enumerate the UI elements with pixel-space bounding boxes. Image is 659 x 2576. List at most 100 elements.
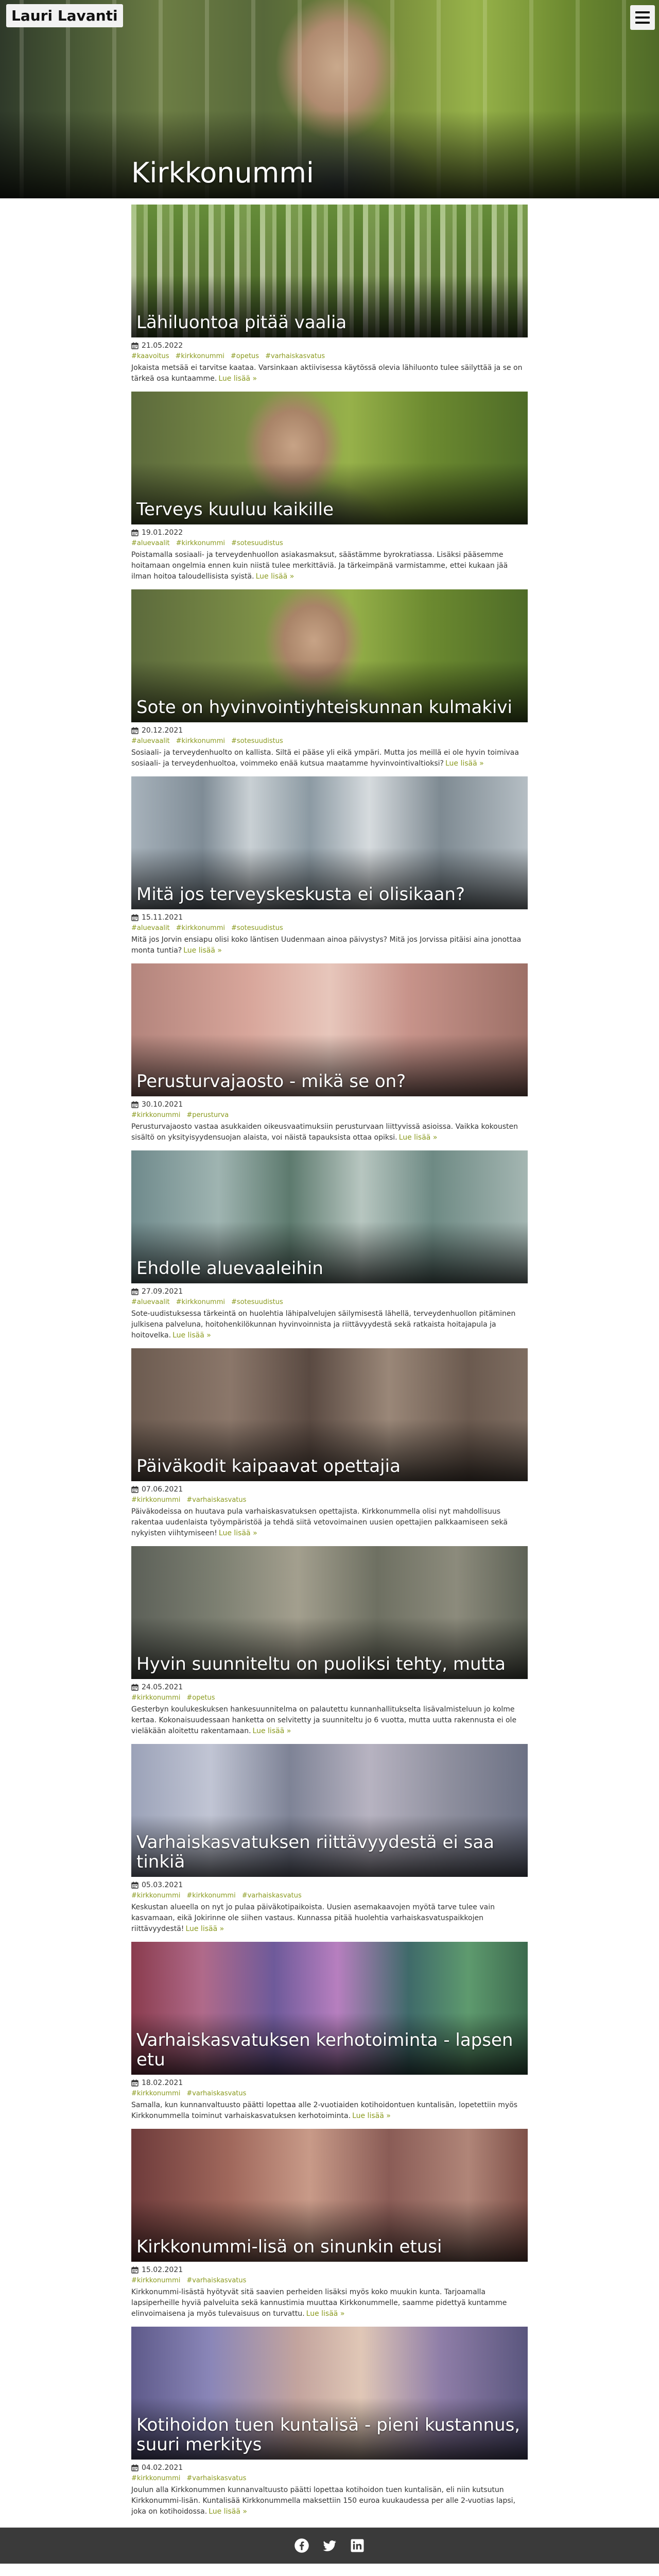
post-thumbnail[interactable]: Varhaiskasvatuksen kerhotoiminta - lapse… — [131, 1942, 528, 2075]
post-title[interactable]: Ehdolle aluevaaleihin — [136, 1259, 523, 1278]
post-tag[interactable]: #aluevaalit — [131, 1298, 170, 1306]
hamburger-menu-icon[interactable] — [630, 5, 655, 30]
read-more-link[interactable]: Lue lisää » — [183, 946, 222, 955]
post-thumbnail[interactable]: Lähiluontoa pitää vaalia — [131, 205, 528, 337]
post-tag[interactable]: #aluevaalit — [131, 737, 170, 745]
post-thumbnail[interactable]: Varhaiskasvatuksen riittävyydestä ei saa… — [131, 1744, 528, 1877]
post-tag[interactable]: #opetus — [186, 1694, 215, 1702]
post-thumbnail[interactable]: Kirkkonummi-lisä on sinunkin etusi — [131, 2129, 528, 2262]
blog-post: Lähiluontoa pitää vaalia 21.05.2022 #kaa… — [131, 205, 528, 384]
twitter-icon[interactable] — [321, 2537, 338, 2554]
post-date-text: 07.06.2021 — [142, 1485, 183, 1494]
post-title[interactable]: Hyvin suunniteltu on puoliksi tehty, mut… — [136, 1654, 523, 1674]
post-tag[interactable]: #varhaiskasvatus — [186, 1496, 246, 1504]
post-date: 05.03.2021 — [131, 1881, 528, 1889]
post-tag[interactable]: #varhaiskasvatus — [186, 2090, 246, 2097]
read-more-link[interactable]: Lue lisää » — [352, 2112, 391, 2120]
post-title[interactable]: Kotihoidon tuen kuntalisä - pieni kustan… — [136, 2416, 523, 2454]
post-title[interactable]: Mitä jos terveyskeskusta ei olisikaan? — [136, 885, 523, 904]
post-title[interactable]: Sote on hyvinvointiyhteiskunnan kulmakiv… — [136, 698, 523, 717]
read-more-link[interactable]: Lue lisää » — [218, 375, 257, 383]
post-title[interactable]: Varhaiskasvatuksen kerhotoiminta - lapse… — [136, 2031, 523, 2070]
read-more-link[interactable]: Lue lisää » — [185, 1925, 224, 1933]
read-more-link[interactable]: Lue lisää » — [445, 759, 484, 768]
post-thumbnail[interactable]: Hyvin suunniteltu on puoliksi tehty, mut… — [131, 1546, 528, 1679]
post-meta: 24.05.2021 #kirkkonummi #opetus Gesterbyn… — [131, 1679, 528, 1737]
post-thumbnail[interactable]: Ehdolle aluevaaleihin — [131, 1150, 528, 1283]
post-tag[interactable]: #kirkkonummi — [176, 1298, 225, 1306]
post-tag[interactable]: #varhaiskasvatus — [186, 2475, 246, 2482]
post-date: 24.05.2021 — [131, 1683, 528, 1691]
blog-post: Varhaiskasvatuksen riittävyydestä ei saa… — [131, 1744, 528, 1935]
post-tag[interactable]: #sotesuudistus — [231, 737, 283, 745]
post-tags: #aluevaalit #kirkkonummi #sotesuudistus — [131, 737, 528, 745]
read-more-link[interactable]: Lue lisää » — [172, 1331, 211, 1340]
read-more-link[interactable]: Lue lisää » — [399, 1133, 438, 1142]
post-tag[interactable]: #sotesuudistus — [231, 539, 283, 547]
post-date: 18.02.2021 — [131, 2079, 528, 2087]
post-tag[interactable]: #kirkkonummi — [131, 2277, 180, 2284]
post-tag[interactable]: #sotesuudistus — [231, 924, 283, 932]
post-tag[interactable]: #opetus — [231, 352, 259, 360]
post-tag[interactable]: #kirkkonummi — [131, 2090, 180, 2097]
post-tag[interactable]: #varhaiskasvatus — [186, 2277, 246, 2284]
post-tags: #kirkkonummi #varhaiskasvatus — [131, 2277, 528, 2284]
post-title[interactable]: Perusturvajaosto - mikä se on? — [136, 1072, 523, 1091]
post-thumbnail[interactable]: Päiväkodit kaipaavat opettajia — [131, 1348, 528, 1481]
post-excerpt: Gesterbyn koulukeskuksen hankesuunnitelm… — [131, 1704, 528, 1737]
post-tag[interactable]: #perusturva — [186, 1111, 229, 1119]
post-title[interactable]: Kirkkonummi-lisä on sinunkin etusi — [136, 2237, 523, 2257]
post-tag[interactable]: #kirkkonummi — [131, 1111, 180, 1119]
calendar-icon — [131, 1101, 138, 1108]
post-meta: 30.10.2021 #kirkkonummi #perusturva Perus… — [131, 1096, 528, 1143]
post-title[interactable]: Päiväkodit kaipaavat opettajia — [136, 1456, 523, 1476]
post-tag[interactable]: #kirkkonummi — [176, 539, 225, 547]
post-title[interactable]: Terveys kuuluu kaikille — [136, 500, 523, 519]
post-excerpt: Perusturvajaosto vastaa asukkaiden oikeu… — [131, 1122, 528, 1143]
post-thumbnail[interactable]: Terveys kuuluu kaikille — [131, 392, 528, 524]
post-thumbnail[interactable]: Mitä jos terveyskeskusta ei olisikaan? — [131, 776, 528, 909]
linkedin-icon[interactable] — [349, 2537, 366, 2554]
post-tag[interactable]: #kirkkonummi — [131, 2475, 180, 2482]
facebook-icon[interactable] — [293, 2537, 310, 2554]
site-brand[interactable]: Lauri Lavanti — [6, 4, 123, 27]
post-meta: 27.09.2021 #aluevaalit #kirkkonummi #sotes… — [131, 1283, 528, 1341]
blog-post: Terveys kuuluu kaikille 19.01.2022 #alue… — [131, 392, 528, 582]
post-excerpt: Mitä jos Jorvin ensiapu olisi koko länti… — [131, 935, 528, 956]
post-tag[interactable]: #kirkkonummi — [176, 924, 225, 932]
post-tag[interactable]: #kirkkonummi — [131, 1892, 180, 1900]
read-more-link[interactable]: Lue lisää » — [256, 572, 294, 581]
calendar-icon — [131, 1684, 138, 1691]
hero-header: Lauri Lavanti Kirkkonummi — [0, 0, 659, 198]
post-date-text: 20.12.2021 — [142, 726, 183, 735]
post-tag[interactable]: #aluevaalit — [131, 539, 170, 547]
post-excerpt: Sosiaali- ja terveydenhuolto on kallista… — [131, 748, 528, 769]
post-tag[interactable]: #varhaiskasvatus — [265, 352, 325, 360]
post-title[interactable]: Lähiluontoa pitää vaalia — [136, 313, 523, 332]
blog-post: Kotihoidon tuen kuntalisä - pieni kustan… — [131, 2327, 528, 2517]
read-more-link[interactable]: Lue lisää » — [209, 2507, 247, 2516]
post-tag[interactable]: #kaavoitus — [131, 352, 169, 360]
read-more-link[interactable]: Lue lisää » — [306, 2310, 345, 2318]
post-tag[interactable]: #kirkkonummi — [131, 1694, 180, 1702]
post-tag[interactable]: #sotesuudistus — [231, 1298, 283, 1306]
post-date-text: 19.01.2022 — [142, 529, 183, 537]
post-meta: 04.02.2021 #kirkkonummi #varhaiskasvatus … — [131, 2460, 528, 2517]
post-thumbnail[interactable]: Sote on hyvinvointiyhteiskunnan kulmakiv… — [131, 589, 528, 722]
post-tag[interactable]: #varhaiskasvatus — [242, 1892, 302, 1900]
post-meta: 05.03.2021 #kirkkonummi #kirkkonummi #varh… — [131, 1877, 528, 1935]
post-title[interactable]: Varhaiskasvatuksen riittävyydestä ei saa… — [136, 1833, 523, 1872]
post-meta: 15.11.2021 #aluevaalit #kirkkonummi #sotes… — [131, 909, 528, 956]
post-thumbnail[interactable]: Perusturvajaosto - mikä se on? — [131, 963, 528, 1096]
blog-post: Sote on hyvinvointiyhteiskunnan kulmakiv… — [131, 589, 528, 769]
post-thumbnail[interactable]: Kotihoidon tuen kuntalisä - pieni kustan… — [131, 2327, 528, 2460]
read-more-link[interactable]: Lue lisää » — [253, 1727, 291, 1735]
post-tag[interactable]: #kirkkonummi — [131, 1496, 180, 1504]
post-tag[interactable]: #kirkkonummi — [176, 737, 225, 745]
post-excerpt-text: Päiväkodeissa on huutava pula varhaiskas… — [131, 1507, 508, 1537]
post-tag[interactable]: #aluevaalit — [131, 924, 170, 932]
read-more-link[interactable]: Lue lisää » — [219, 1529, 257, 1537]
post-tag[interactable]: #kirkkonummi — [186, 1892, 235, 1900]
calendar-icon — [131, 2266, 138, 2274]
post-tag[interactable]: #kirkkonummi — [176, 352, 224, 360]
